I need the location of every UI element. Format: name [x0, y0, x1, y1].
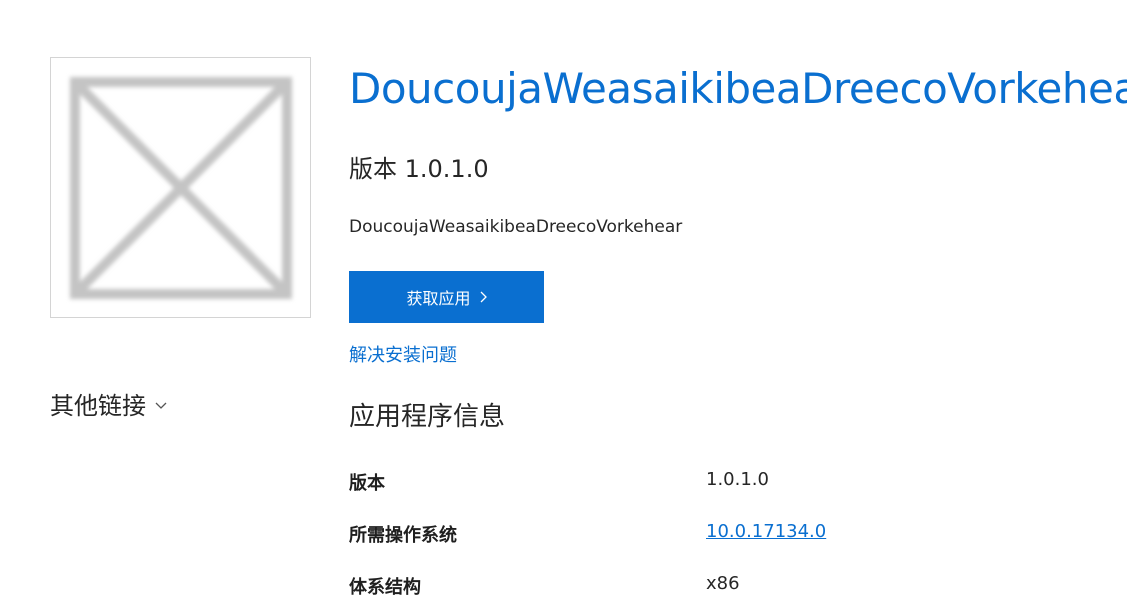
get-app-button[interactable]: 获取应用 [349, 271, 544, 323]
app-logo-placeholder [50, 57, 311, 318]
app-info-heading: 应用程序信息 [349, 402, 506, 432]
app-install-page: 其他链接 DoucoujaWeasaikibeaDreecoVorkehear … [0, 0, 1127, 606]
other-links-toggle[interactable]: 其他链接 [50, 386, 168, 421]
other-links-label: 其他链接 [50, 392, 146, 420]
chevron-right-icon [480, 291, 487, 303]
info-label: 所需操作系统 [349, 525, 457, 546]
get-app-button-label: 获取应用 [406, 289, 471, 308]
app-title: DoucoujaWeasaikibeaDreecoVorkehear [349, 64, 1127, 113]
troubleshoot-install-link[interactable]: 解决安装问题 [349, 341, 457, 367]
info-label: 版本 [349, 473, 385, 494]
chevron-down-icon [155, 402, 167, 409]
info-value: x86 [706, 573, 740, 594]
info-row-version: 版本 1.0.1.0 [349, 469, 1049, 499]
info-value: 1.0.1.0 [706, 469, 769, 490]
info-row-architecture: 体系结构 x86 [349, 573, 1049, 603]
version-heading: 版本 1.0.1.0 [349, 155, 489, 183]
info-row-required-os: 所需操作系统 10.0.17134.0 [349, 521, 1049, 551]
placeholder-image-icon [70, 77, 292, 299]
info-label: 体系结构 [349, 577, 421, 598]
publisher-name: DoucoujaWeasaikibeaDreecoVorkehear [349, 217, 683, 237]
required-os-link[interactable]: 10.0.17134.0 [706, 521, 826, 542]
